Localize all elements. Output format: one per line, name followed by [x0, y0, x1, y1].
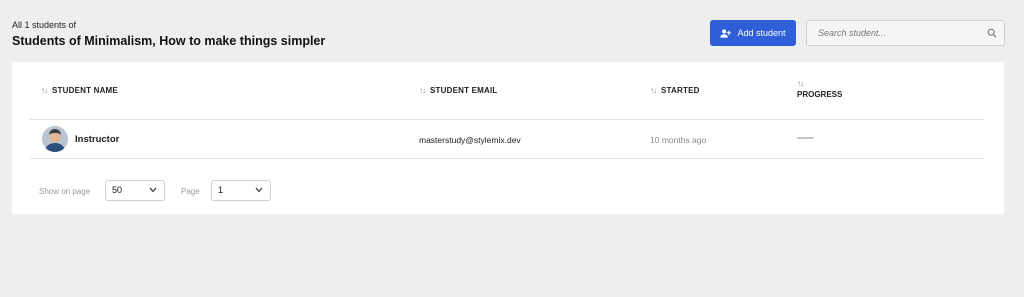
show-on-page-label: Show on page	[39, 187, 91, 196]
student-started: 10 months ago	[650, 135, 707, 145]
student-name[interactable]: Instructor	[75, 134, 119, 145]
column-header-label: STARTED	[661, 86, 700, 95]
row-divider	[30, 158, 984, 159]
column-header-progress[interactable]: ↑↓ PROGRESS	[797, 79, 842, 99]
page-header: All 1 students of Students of Minimalism…	[0, 0, 1024, 62]
sort-icon: ↑↓	[41, 86, 48, 95]
search-input[interactable]	[807, 21, 982, 45]
page-title: Students of Minimalism, How to make thin…	[12, 34, 326, 48]
column-header-label: STUDENT NAME	[52, 86, 118, 95]
column-header-student-email[interactable]: ↑↓ STUDENT EMAIL	[419, 86, 498, 95]
add-student-label: Add student	[737, 28, 786, 38]
header-divider	[30, 119, 984, 120]
add-student-button[interactable]: Add student	[710, 20, 796, 46]
progress-empty-indicator	[797, 137, 814, 139]
page-label: Page	[181, 187, 200, 196]
add-user-icon	[720, 28, 732, 38]
student-email: masterstudy@stylemix.dev	[419, 135, 521, 145]
page-select[interactable]: 1	[211, 180, 271, 201]
students-count-subtitle: All 1 students of	[12, 20, 77, 30]
avatar	[42, 126, 68, 152]
sort-icon: ↑↓	[419, 86, 426, 95]
sort-icon: ↑↓	[650, 86, 657, 95]
search-icon[interactable]	[987, 28, 997, 38]
column-header-started[interactable]: ↑↓ STARTED	[650, 86, 700, 95]
sort-icon: ↑↓	[797, 79, 804, 88]
column-header-label: PROGRESS	[797, 90, 843, 99]
chevron-down-icon	[149, 187, 157, 193]
column-header-label: STUDENT EMAIL	[430, 86, 498, 95]
students-table-panel: ↑↓ STUDENT NAME ↑↓ STUDENT EMAIL ↑↓ STAR…	[12, 62, 1004, 214]
chevron-down-icon	[255, 187, 263, 193]
page-value: 1	[218, 185, 224, 195]
column-header-student-name[interactable]: ↑↓ STUDENT NAME	[41, 86, 118, 95]
per-page-value: 50	[112, 185, 123, 195]
per-page-select[interactable]: 50	[105, 180, 165, 201]
search-box[interactable]	[806, 20, 1005, 46]
